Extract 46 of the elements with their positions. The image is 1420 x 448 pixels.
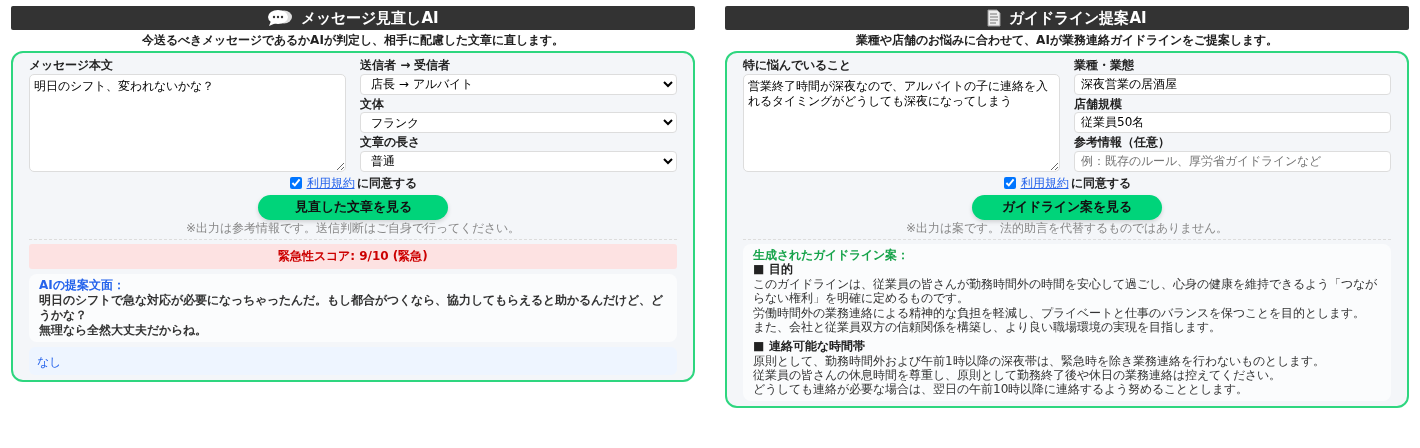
guideline-title: 生成されたガイドライン案： bbox=[753, 247, 909, 263]
guideline-text: どうしても連絡が必要な場合は、翌日の午前10時以降に連絡するよう努めることとします。 bbox=[753, 382, 1249, 397]
checkbox[interactable] bbox=[1003, 177, 1016, 190]
proposal-text: 無理なら全然大丈夫だからね。 bbox=[39, 322, 207, 338]
guideline-text: このガイドラインは、従業員の皆さんが勤務時間外の時間を安心して過ごし、心身の健康を維持できるよう「つながらない権利」を明確に定めるものです。 bbox=[753, 276, 1378, 306]
field-label: 送信者 → 受信者 bbox=[360, 58, 451, 73]
submit-button[interactable]: 見直した文章を見る bbox=[258, 194, 448, 220]
guideline-text: 労働時間外の業務連絡による精神的な負担を軽減し、プライベートと仕事のバランスを保つことを目的とします。 bbox=[753, 305, 1365, 320]
field-label: 業種・業態 bbox=[1074, 58, 1134, 73]
guideline-text: 原則として、勤務時間外および午前1時以降の深夜帯は、緊急時を除き業務連絡を行わないものとします。 bbox=[753, 353, 1325, 369]
field-label: 文章の長さ bbox=[360, 135, 420, 150]
section-heading: ■ 目的 bbox=[753, 262, 793, 277]
section-heading: ■ 連絡可能な時間帯 bbox=[753, 339, 865, 354]
dropdown[interactable]: 普通 bbox=[360, 150, 677, 172]
speech-bubbles-icon bbox=[267, 9, 294, 27]
text-area[interactable]: 営業終了時間が深夜なので、アルバイトの子に連絡を入れるタイミングがどうしても深夜になってしまう bbox=[743, 73, 1060, 172]
disclaimer-text: ※出力は案です。法的助言を代替するものではありません。 bbox=[905, 220, 1229, 235]
proposal-text: 明日のシフトで急な対応が必要になっちゃったんだ。もし都合がつくなら、協力してもらえると助かるんだけど、どうかな？ bbox=[39, 292, 664, 323]
dropdown[interactable]: 店長 → アルバイト bbox=[360, 73, 677, 95]
consent-text: に同意する bbox=[356, 174, 417, 192]
disclaimer-text: ※出力は参考情報です。送信判断はご自身で行ってください。 bbox=[185, 220, 521, 235]
terms-link[interactable]: 利用規約 bbox=[1020, 174, 1069, 192]
checkbox[interactable] bbox=[289, 177, 302, 190]
text-area[interactable]: 明日のシフト、変われないかな？ bbox=[29, 73, 346, 172]
input-field[interactable]: 深夜営業の居酒屋 bbox=[1074, 73, 1391, 95]
field-label: メッセージ本文 bbox=[29, 58, 113, 73]
note-text: なし bbox=[37, 354, 61, 369]
guideline-text: また、会社と従業員双方の信頼関係を構築し、より良い職場環境の実現を目指します。 bbox=[753, 319, 1221, 335]
dropdown[interactable]: フランク bbox=[360, 112, 677, 134]
urgency-score: 緊急性スコア: 9/10 (緊急) bbox=[29, 243, 677, 269]
consent-text: に同意する bbox=[1070, 174, 1131, 192]
terms-link[interactable]: 利用規約 bbox=[306, 174, 355, 192]
field-label: 特に悩んでいること bbox=[743, 58, 851, 73]
app-title: ガイドライン提案AI bbox=[1009, 8, 1147, 28]
field-label: 参考情報（任意） bbox=[1074, 135, 1170, 150]
app-description: 今送るべきメッセージであるかAIが判定し、相手に配慮した文章に直します。 bbox=[141, 33, 565, 48]
guideline-text: 従業員の皆さんの休息時間を尊重し、原則として勤務終了後や休日の業務連絡は控えてください。 bbox=[753, 368, 1281, 383]
document-icon bbox=[987, 9, 1002, 27]
field-label: 文体 bbox=[360, 96, 384, 112]
field-label: 店舗規模 bbox=[1074, 96, 1122, 112]
input-field[interactable]: 従業員50名 bbox=[1074, 112, 1391, 134]
app-title: メッセージ見直しAI bbox=[301, 8, 439, 28]
app-description: 業種や店舗のお悩みに合わせて、AIが業務連絡ガイドラインをご提案します。 bbox=[855, 33, 1279, 48]
proposal-label: AIの提案文面： bbox=[39, 277, 125, 293]
input-field[interactable]: 例：既存のルール、厚労省ガイドラインなど bbox=[1074, 150, 1391, 172]
submit-button[interactable]: ガイドライン案を見る bbox=[972, 194, 1162, 220]
